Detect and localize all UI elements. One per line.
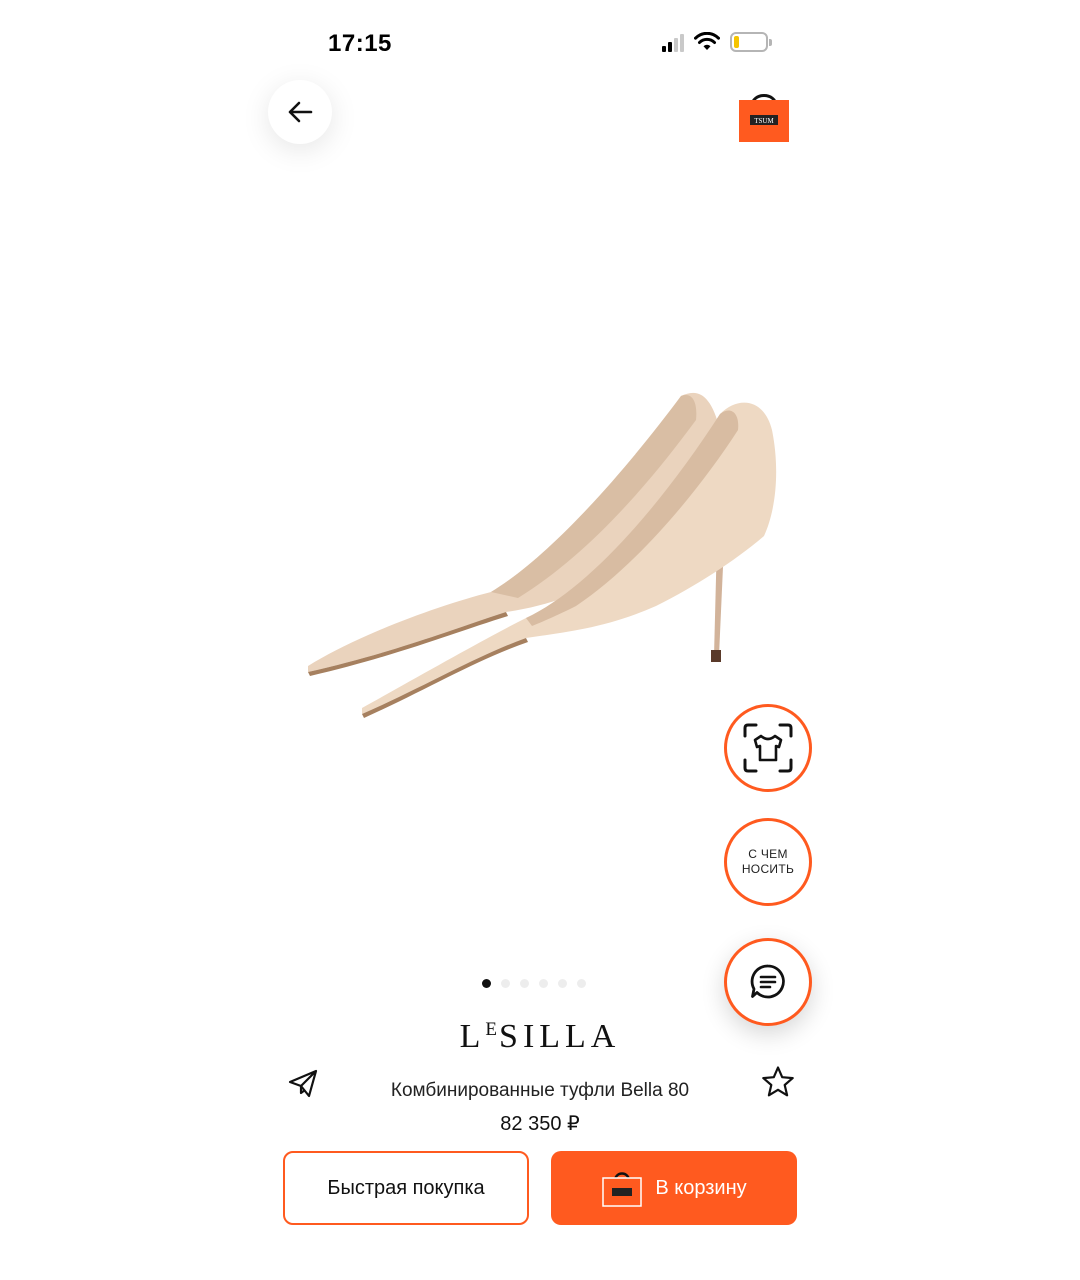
- what-to-wear-button[interactable]: С ЧЕМ НОСИТЬ: [724, 818, 812, 906]
- product-name: Комбинированные туфли Bella 80: [390, 1080, 690, 1101]
- chat-bubble-icon: [750, 964, 785, 999]
- signal-icon: [662, 32, 684, 52]
- pagination-dot[interactable]: [482, 979, 491, 988]
- cart-button[interactable]: TSUM: [736, 86, 792, 144]
- pagination-dot[interactable]: [558, 979, 567, 988]
- status-icons: [662, 32, 772, 52]
- try-on-button[interactable]: [724, 704, 812, 792]
- product-screen: 17:15 TSUM С ЧЕМ НОСИТЬ LESILLA Комбинир…: [246, 0, 834, 1280]
- pagination-dot[interactable]: [577, 979, 586, 988]
- back-button[interactable]: [268, 80, 332, 144]
- brand-superscript: E: [485, 1019, 500, 1040]
- wifi-icon: [694, 32, 720, 52]
- add-to-cart-button[interactable]: В корзину: [551, 1151, 797, 1225]
- arrow-left-icon: [288, 101, 313, 123]
- product-price: 82 350 ₽: [500, 1113, 580, 1135]
- cart-logo-text: TSUM: [754, 117, 774, 125]
- pagination-dot[interactable]: [501, 979, 510, 988]
- pagination-dot[interactable]: [520, 979, 529, 988]
- quick-buy-label: Быстрая покупка: [327, 1176, 485, 1199]
- shopping-bag-icon: [602, 1172, 643, 1207]
- brand-logo[interactable]: LESILLA: [246, 1018, 834, 1056]
- battery-icon: [730, 32, 772, 52]
- brand-rest: SILLA: [499, 1018, 621, 1055]
- brand-first-letter: L: [459, 1018, 486, 1055]
- shopping-bag-icon: TSUM: [739, 94, 789, 142]
- image-pagination[interactable]: [482, 979, 586, 988]
- battery-level: [734, 36, 739, 48]
- add-to-cart-label: В корзину: [655, 1176, 747, 1199]
- tshirt-scan-icon: [743, 723, 793, 773]
- pagination-dot[interactable]: [539, 979, 548, 988]
- what-to-wear-line1: С ЧЕМ: [748, 847, 788, 861]
- chat-button[interactable]: [724, 938, 812, 1026]
- status-time: 17:15: [328, 30, 392, 57]
- product-image[interactable]: [286, 360, 806, 740]
- what-to-wear-line2: НОСИТЬ: [741, 862, 795, 876]
- quick-buy-button[interactable]: Быстрая покупка: [283, 1151, 529, 1225]
